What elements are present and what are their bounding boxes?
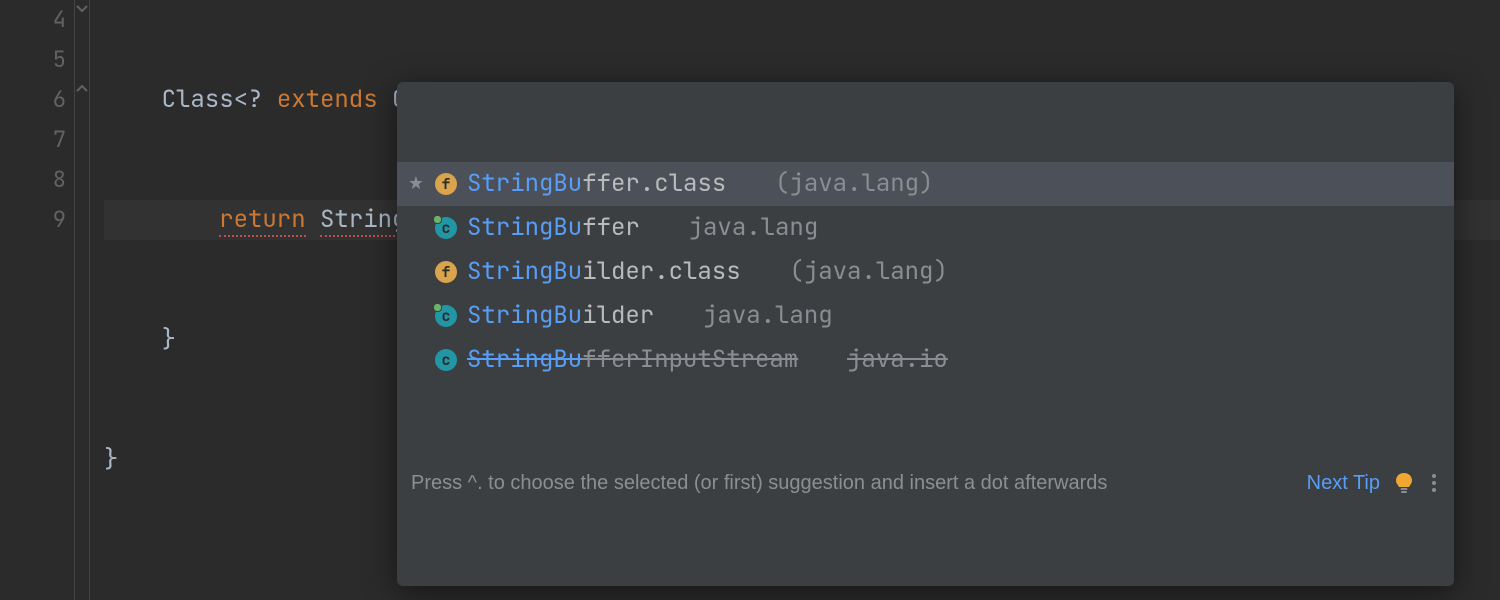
gutter: 4 5 6 7 8 9 xyxy=(0,0,90,600)
field-badge-icon: f xyxy=(435,173,457,195)
completion-location-text: java.lang xyxy=(703,296,833,336)
code-area[interactable]: Class<? extends CharSequence> getObjectC… xyxy=(90,0,1500,600)
completion-location-text: java.lang xyxy=(775,164,933,204)
completion-entry-text: StringBuilder.class xyxy=(467,252,741,292)
code-text xyxy=(306,204,320,235)
fold-column xyxy=(74,0,90,600)
intention-bulb-icon[interactable] xyxy=(1394,471,1414,495)
completion-hint-text: Press ^. to choose the selected (or firs… xyxy=(411,470,1293,496)
code-text: } xyxy=(104,444,118,475)
class-badge-icon: c xyxy=(435,349,457,371)
completion-entry-text: StringBuffer xyxy=(467,208,640,248)
completion-item[interactable]: c StringBuffer java.lang xyxy=(397,206,1454,250)
completion-location-text: java.lang xyxy=(689,208,819,248)
code-text: } xyxy=(104,324,176,355)
completion-location-text: java.io xyxy=(847,340,948,380)
line-number: 4 xyxy=(12,0,66,40)
more-options-icon[interactable] xyxy=(1428,474,1440,492)
fold-marker-icon[interactable] xyxy=(75,82,89,96)
completion-hint-bar: Press ^. to choose the selected (or firs… xyxy=(397,462,1454,506)
field-badge-icon: f xyxy=(435,261,457,283)
line-number: 5 xyxy=(12,40,66,80)
completion-item[interactable]: f StringBuilder.class java.lang xyxy=(397,250,1454,294)
class-badge-icon: c xyxy=(435,217,457,239)
line-number: 9 xyxy=(12,200,66,240)
code-text: Class<? xyxy=(104,84,277,115)
keyword: return xyxy=(219,204,305,237)
keyword: extends xyxy=(277,84,378,115)
completion-item[interactable]: c StringBufferInputStream java.io xyxy=(397,338,1454,382)
code-text xyxy=(104,204,219,235)
completion-item[interactable]: ★ f StringBuffer.class java.lang xyxy=(397,162,1454,206)
code-editor: 4 5 6 7 8 9 Class<? extends CharSequence… xyxy=(0,0,1500,600)
completion-item[interactable]: c StringBuilder java.lang xyxy=(397,294,1454,338)
class-badge-icon: c xyxy=(435,305,457,327)
line-number: 6 xyxy=(12,80,66,120)
star-icon: ★ xyxy=(407,164,425,204)
line-number: 7 xyxy=(12,120,66,160)
completion-entry-text: StringBufferInputStream xyxy=(467,340,798,380)
line-number: 8 xyxy=(12,160,66,200)
completion-popup: ★ f StringBuffer.class java.lang c StringBuf… xyxy=(397,82,1454,586)
completion-entry-text: StringBuilder xyxy=(467,296,654,336)
next-tip-link[interactable]: Next Tip xyxy=(1307,470,1380,496)
fold-marker-icon[interactable] xyxy=(75,2,89,16)
completion-entry-text: StringBuffer.class xyxy=(467,164,726,204)
completion-location-text: java.lang xyxy=(789,252,947,292)
